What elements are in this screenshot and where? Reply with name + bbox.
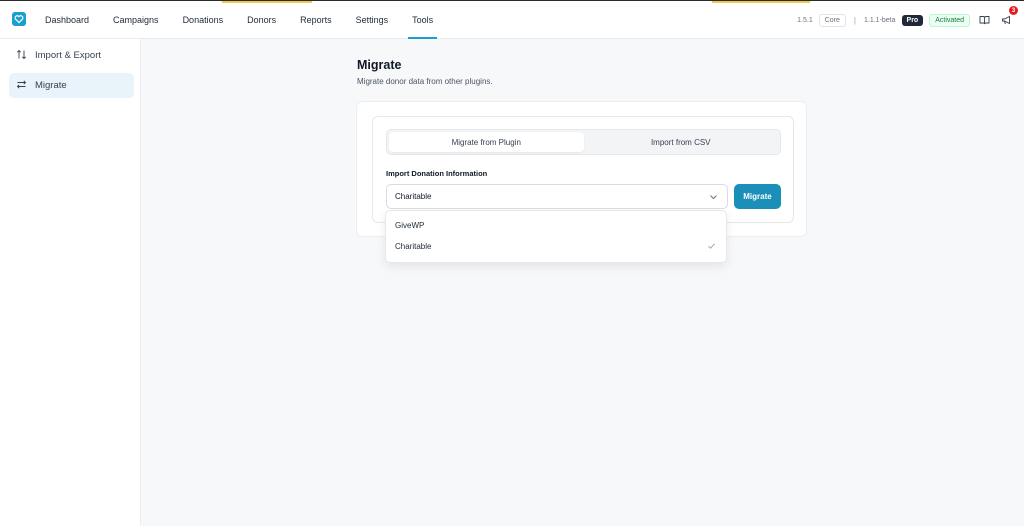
arrows-up-down-icon (16, 49, 27, 63)
pro-badge: Pro (901, 14, 924, 26)
sidebar-item-migrate[interactable]: Migrate (9, 73, 134, 98)
pro-version: 1.1.1-beta (864, 16, 896, 24)
nav-donors[interactable]: Donors (235, 1, 288, 39)
nav-campaigns[interactable]: Campaigns (101, 1, 171, 39)
plugin-dropdown-menu: GiveWP Charitable (385, 210, 727, 263)
notification-count-badge: 3 (1008, 5, 1019, 16)
plugin-select-value: Charitable (395, 192, 432, 201)
chevron-down-icon (709, 193, 718, 203)
sidebar-item-import-export[interactable]: Import & Export (9, 43, 134, 68)
core-version: 1.5.1 (797, 16, 813, 24)
version-info: 1.5.1 Core | 1.1.1-beta Pro Activated 3 (797, 1, 1019, 39)
tab-migrate-from-plugin[interactable]: Migrate from Plugin (389, 132, 584, 152)
import-donation-label: Import Donation Information (386, 169, 488, 178)
option-label: GiveWP (395, 221, 425, 230)
core-badge: Core (818, 13, 846, 27)
megaphone-icon[interactable]: 3 (998, 5, 1019, 28)
top-navigation-bar: Dashboard Campaigns Donations Donors Rep… (0, 0, 1024, 39)
check-icon (707, 242, 716, 252)
dropdown-option-charitable[interactable]: Charitable (386, 236, 726, 257)
migrate-button[interactable]: Migrate (734, 184, 781, 209)
option-label: Charitable (395, 242, 432, 251)
version-separator: | (853, 15, 856, 25)
nav-reports[interactable]: Reports (288, 1, 344, 39)
plugin-select[interactable]: Charitable (386, 184, 728, 209)
sidebar: Import & Export Migrate (0, 39, 141, 526)
dropdown-option-givewp[interactable]: GiveWP (386, 215, 726, 236)
nav-settings[interactable]: Settings (344, 1, 401, 39)
loading-indicator (712, 1, 810, 3)
arrows-left-right-icon (16, 79, 27, 93)
license-status-badge: Activated (929, 13, 970, 27)
migrate-tabs: Migrate from Plugin Import from CSV (386, 129, 781, 155)
nav-dashboard[interactable]: Dashboard (33, 1, 101, 39)
heart-logo-icon[interactable] (12, 12, 26, 26)
page-title: Migrate (357, 58, 402, 72)
book-icon[interactable] (976, 12, 992, 28)
nav-donations[interactable]: Donations (171, 1, 236, 39)
main-nav: Dashboard Campaigns Donations Donors Rep… (33, 1, 445, 39)
migrate-panel: Migrate from Plugin Import from CSV Impo… (372, 116, 794, 223)
sidebar-item-label: Import & Export (35, 50, 101, 61)
tab-import-from-csv[interactable]: Import from CSV (584, 132, 779, 152)
nav-tools[interactable]: Tools (400, 1, 445, 39)
page-subtitle: Migrate donor data from other plugins. (357, 77, 493, 86)
sidebar-item-label: Migrate (35, 80, 67, 91)
